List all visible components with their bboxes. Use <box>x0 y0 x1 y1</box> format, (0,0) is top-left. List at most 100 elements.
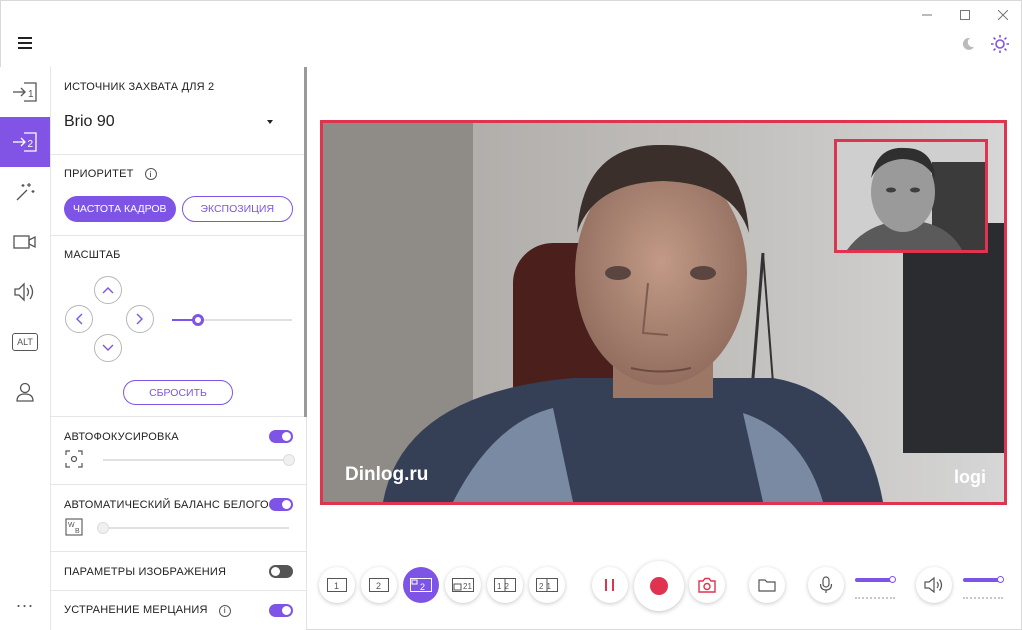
autofocus-toggle[interactable] <box>269 430 293 443</box>
minimize-button[interactable] <box>918 6 936 24</box>
microphone-icon <box>819 576 833 593</box>
pan-right-button[interactable] <box>126 305 154 333</box>
speaker-button[interactable] <box>916 567 952 603</box>
rail-item-account[interactable] <box>0 367 50 417</box>
focus-slider-fill <box>103 459 289 461</box>
pip-preview[interactable] <box>834 139 988 253</box>
chevron-right-icon <box>136 313 143 325</box>
open-folder-button[interactable] <box>749 567 785 603</box>
image-params-section: ПАРАМЕТРЫ ИЗОБРАЖЕНИЯ <box>51 552 306 591</box>
watermark-logo: logi <box>954 467 986 487</box>
user-icon <box>16 382 34 402</box>
capture-source-section: ИСТОЧНИК ЗАХВАТА ДЛЯ 2 Brio 90 <box>51 67 306 155</box>
autofocus-section: АВТОФОКУСИРОВКА <box>51 417 306 485</box>
record-icon <box>650 577 668 595</box>
input-2-icon: 2 <box>13 132 37 152</box>
pause-button[interactable] <box>592 567 628 603</box>
watermark-left: Dinlog.ru <box>345 464 429 485</box>
image-params-toggle[interactable] <box>269 565 293 578</box>
rail-item-camera[interactable] <box>0 217 50 267</box>
priority-label: ПРИОРИТЕТ <box>64 168 134 180</box>
zoom-section: МАСШТАБ СБРОСИТЬ <box>51 236 306 417</box>
microphone-button[interactable] <box>808 567 844 603</box>
maximize-button[interactable] <box>956 6 974 24</box>
sun-icon[interactable] <box>990 34 1010 54</box>
zoom-slider-knob[interactable] <box>192 314 205 326</box>
rail-item-effects[interactable] <box>0 167 50 217</box>
pause-icon <box>605 579 614 591</box>
camera-preview: Dinlog.ru logi <box>320 120 1007 505</box>
alt-key-icon: ALT <box>12 333 38 351</box>
capture-source-label: ИСТОЧНИК ЗАХВАТА ДЛЯ 2 <box>64 81 215 93</box>
speaker-level-meter <box>963 597 1003 599</box>
image-params-label: ПАРАМЕТРЫ ИЗОБРАЖЕНИЯ <box>64 565 227 578</box>
layout-pip-icon: 2 <box>410 578 432 592</box>
layout-pip-21-button[interactable]: 21 <box>445 567 481 603</box>
rail-item-alt[interactable]: ALT <box>0 317 50 367</box>
priority-section: ПРИОРИТЕТ i ЧАСТОТА КАДРОВ ЭКСПОЗИЦИЯ <box>51 155 306 236</box>
window-controls <box>918 6 1012 24</box>
layout-single-icon: 2 <box>369 578 389 592</box>
focus-slider[interactable] <box>103 454 295 466</box>
close-button[interactable] <box>994 6 1012 24</box>
pip-feed-image <box>837 142 985 250</box>
focus-slider-knob[interactable] <box>283 454 295 466</box>
svg-text:W: W <box>68 522 75 529</box>
pan-up-button[interactable] <box>94 276 122 304</box>
priority-options: ЧАСТОТА КАДРОВ ЭКСПОЗИЦИЯ <box>64 196 293 223</box>
layout-2-button[interactable]: 2 <box>361 567 397 603</box>
more-options-button[interactable]: ... <box>0 591 50 612</box>
layout-split-icon: 12 <box>494 578 516 592</box>
chevron-down-icon <box>267 120 273 124</box>
hamburger-icon <box>18 37 32 39</box>
menu-button[interactable] <box>18 37 32 49</box>
focus-icon <box>65 450 83 468</box>
folder-icon <box>758 579 776 592</box>
mic-volume-knob[interactable] <box>889 576 896 583</box>
svg-text:2: 2 <box>28 139 34 150</box>
zoom-reset-button[interactable]: СБРОСИТЬ <box>123 380 233 405</box>
capture-source-select[interactable]: Brio 90 <box>64 113 293 131</box>
priority-framerate-button[interactable]: ЧАСТОТА КАДРОВ <box>64 196 176 223</box>
white-balance-slider-knob[interactable] <box>97 522 109 534</box>
chevron-left-icon <box>76 313 83 325</box>
theme-toggle <box>960 34 1010 54</box>
pan-left-button[interactable] <box>65 305 93 333</box>
zoom-slider[interactable] <box>172 314 292 326</box>
flicker-toggle[interactable] <box>269 604 293 617</box>
magic-wand-icon <box>16 183 35 201</box>
white-balance-toggle[interactable] <box>269 498 293 511</box>
snapshot-button[interactable] <box>689 567 725 603</box>
record-button[interactable] <box>634 561 684 611</box>
rail-item-source-2[interactable]: 2 <box>0 117 50 167</box>
zoom-label: МАСШТАБ <box>64 249 121 261</box>
svg-text:1: 1 <box>334 581 339 591</box>
panel-scrollbar[interactable] <box>304 67 307 417</box>
info-icon[interactable]: i <box>144 168 157 181</box>
svg-text:21: 21 <box>463 582 472 591</box>
white-balance-slider[interactable] <box>97 522 289 534</box>
layout-pip-icon: 21 <box>452 578 474 592</box>
pan-down-button[interactable] <box>94 334 122 362</box>
maximize-icon <box>960 10 970 20</box>
svg-text:B: B <box>75 528 80 535</box>
layout-split-21-button[interactable]: 21 <box>529 567 565 603</box>
input-1-icon: 1 <box>13 82 37 102</box>
layout-1-button[interactable]: 1 <box>319 567 355 603</box>
info-icon[interactable]: i <box>218 604 231 617</box>
speaker-volume-fill <box>963 578 1001 582</box>
layout-pip-2-button[interactable]: 2 <box>403 567 439 603</box>
layout-split-icon: 21 <box>536 578 558 592</box>
speaker-icon <box>924 577 943 593</box>
svg-text:2: 2 <box>376 581 381 591</box>
white-balance-icon: W B <box>65 518 83 536</box>
rail-item-audio[interactable] <box>0 267 50 317</box>
layout-single-icon: 1 <box>327 578 347 592</box>
layout-split-12-button[interactable]: 12 <box>487 567 523 603</box>
nav-rail: 1 2 ALT ... <box>0 67 51 630</box>
priority-exposure-button[interactable]: ЭКСПОЗИЦИЯ <box>181 196 293 223</box>
rail-item-source-1[interactable]: 1 <box>0 67 50 117</box>
white-balance-section: АВТОМАТИЧЕСКИЙ БАЛАНС БЕЛОГО W B <box>51 485 306 552</box>
speaker-volume-knob[interactable] <box>997 576 1004 583</box>
moon-icon[interactable] <box>960 36 976 52</box>
